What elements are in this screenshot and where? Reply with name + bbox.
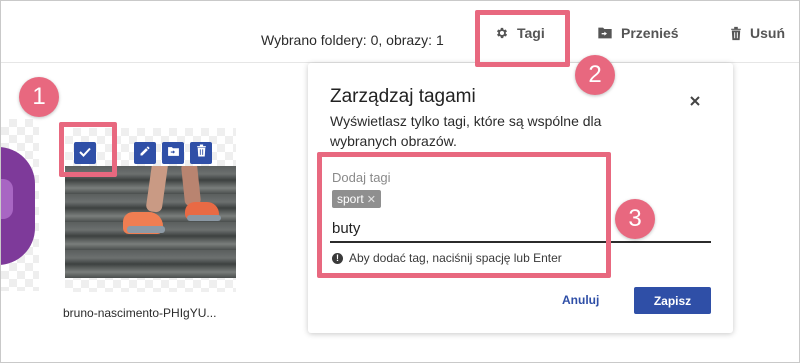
delete-button[interactable]: Usuń	[730, 25, 785, 41]
delete-image-button[interactable]	[190, 142, 212, 164]
photo-leg	[180, 166, 202, 207]
dialog-description: Wyświetlasz tylko tagi, które są wspólne…	[330, 113, 602, 149]
folder-icon	[167, 144, 180, 162]
edit-image-button[interactable]	[134, 142, 156, 164]
photo-sole	[127, 226, 165, 233]
dialog-title: Zarządzaj tagami	[330, 86, 476, 107]
top-toolbar: Wybrano foldery: 0, obrazy: 1 Tagi Przen…	[1, 1, 799, 63]
trash-icon	[196, 144, 207, 162]
pencil-icon	[139, 144, 151, 162]
close-icon[interactable]	[689, 94, 701, 106]
step-badge-1: 1	[19, 77, 59, 117]
step-badge-3: 3	[615, 199, 655, 239]
selection-status: Wybrano foldery: 0, obrazy: 1	[261, 32, 444, 48]
highlight-tag-field	[317, 152, 611, 278]
step-badge-2: 2	[575, 55, 615, 95]
highlight-tags-button	[475, 10, 570, 67]
move-button-label: Przenieś	[621, 25, 679, 41]
move-button[interactable]: Przenieś	[597, 25, 679, 41]
photo-sole	[187, 215, 221, 221]
folder-move-icon	[597, 26, 613, 40]
screenshot-frame: Wybrano foldery: 0, obrazy: 1 Tagi Przen…	[0, 0, 800, 363]
cancel-button[interactable]: Anuluj	[562, 293, 599, 307]
highlight-checkbox	[59, 122, 117, 177]
save-button[interactable]: Zapisz	[634, 287, 711, 314]
delete-button-label: Usuń	[750, 25, 785, 41]
previous-image-thumbnail[interactable]	[1, 119, 39, 291]
image-actions	[134, 142, 212, 164]
thumbnail-shape-highlight	[1, 179, 13, 219]
move-image-button[interactable]	[162, 142, 184, 164]
image-filename: bruno-nascimento-PHIgYU...	[63, 306, 217, 320]
trash-icon	[730, 26, 742, 41]
image-thumbnail[interactable]	[65, 166, 236, 278]
photo-leg	[145, 166, 169, 213]
